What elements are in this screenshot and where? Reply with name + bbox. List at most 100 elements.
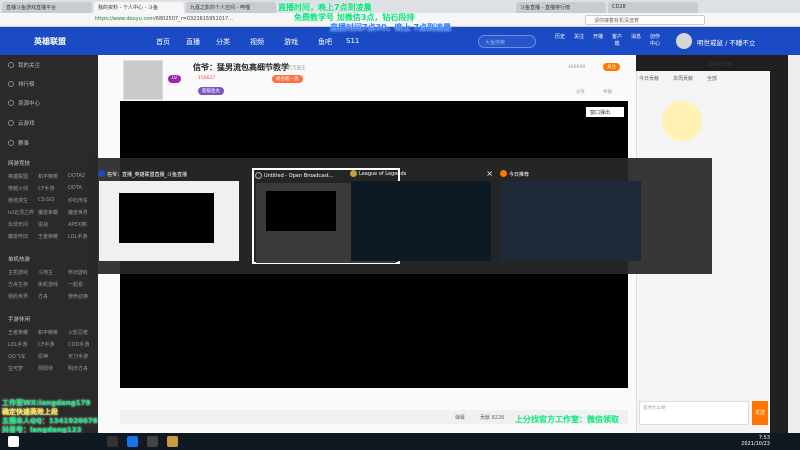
sidebar-item-cloud[interactable]: 云游戏 — [8, 119, 35, 127]
window-switcher: 信爷：直播_英雄联盟直播_斗鱼直播 Untitled - Open Broadc… — [87, 158, 712, 274]
sidebar-category-link[interactable]: 主机游戏 — [8, 269, 28, 276]
browser-tab[interactable]: 斗鱼直播 - 直播排行榜 — [516, 2, 606, 13]
overlay-bottom-center: 上分找官方工作室：微信领取 — [515, 415, 619, 424]
sidebar-section-header: 单机热游 — [8, 257, 31, 263]
sidebar-category-link[interactable]: COD手游 — [68, 341, 89, 348]
resource-icon — [8, 100, 14, 106]
danmaku-toggle[interactable]: 弹幕 — [455, 414, 465, 421]
sidebar-category-link[interactable]: 我的世界 — [8, 293, 28, 300]
sidebar-section-header: 网游竞技 — [8, 161, 31, 167]
nav-yuba[interactable]: 鱼吧 — [318, 37, 332, 47]
sidebar-category-link[interactable]: lol云顶之弈 — [8, 209, 34, 216]
sidebar-item-follow[interactable]: 我的关注 — [8, 61, 40, 69]
taskbar-app-icon[interactable] — [127, 436, 138, 447]
share-button[interactable]: 分享 — [576, 89, 585, 95]
sidebar-category-link[interactable]: 魔兽争霸 — [38, 209, 58, 216]
sidebar-category-link[interactable]: 天刀手游 — [68, 353, 88, 360]
tab-week[interactable]: 本周贡献 — [673, 75, 693, 82]
url-text[interactable]: https://www.douyu.com/6802507_r=03226159… — [95, 16, 233, 22]
sidebar-category-link[interactable]: 和平精英 — [38, 173, 58, 180]
sidebar-category-link[interactable]: 明日方舟 — [68, 365, 88, 372]
sidebar-category-link[interactable]: 斗地主 — [38, 269, 53, 276]
sidebar-category-link[interactable]: 方舟 — [38, 293, 48, 300]
sidebar-category-link[interactable]: CF手游 — [38, 185, 54, 192]
history-icon[interactable]: 历史 — [553, 34, 567, 41]
room-tag[interactable]: 超级鱼丸 — [198, 87, 224, 95]
switcher-window[interactable]: 今日推荐 — [499, 168, 647, 264]
fans-count: 156637 — [198, 76, 216, 81]
window-pop-button[interactable]: 窗口弹出 — [586, 107, 624, 117]
nav-live[interactable]: 直播 — [186, 37, 200, 47]
sidebar-item-event[interactable]: 赛事 — [8, 139, 29, 147]
taskbar-app-icon[interactable] — [167, 436, 178, 447]
start-icon[interactable] — [8, 436, 19, 447]
sidebar-category-link[interactable]: DOTA2 — [68, 173, 85, 179]
close-icon[interactable]: × — [486, 169, 493, 178]
sidebar-category-link[interactable]: CS:GO — [38, 197, 54, 203]
tab-all[interactable]: 全部 — [707, 75, 717, 82]
taskbar-clock[interactable]: 7:53 2021/10/23 — [741, 435, 770, 447]
rank-icon — [8, 81, 14, 87]
sidebar-category-link[interactable]: 穿越火线 — [8, 185, 28, 192]
sidebar-category-link[interactable]: 宝可梦 — [8, 365, 23, 372]
sidebar-category-link[interactable]: QQ飞车 — [8, 353, 26, 360]
sidebar-category-link[interactable]: LOL手游 — [68, 233, 87, 240]
browser-tab[interactable]: CD28 — [608, 2, 698, 13]
switcher-window[interactable]: League of Legends × — [349, 168, 497, 264]
sidebar-category-link[interactable]: 炉石传说 — [68, 197, 88, 204]
header-search-input[interactable]: 大鱼搜索 — [478, 35, 536, 48]
sidebar-category-link[interactable]: DOTA — [68, 185, 82, 191]
room-category[interactable]: 英雄联盟 > 吉吉国王 — [263, 65, 306, 71]
sidebar-category-link[interactable]: CF手游 — [38, 341, 54, 348]
taskbar-app-icon[interactable] — [147, 436, 158, 447]
creator-icon[interactable]: 创作中心 — [648, 34, 662, 48]
nav-s11[interactable]: S11 — [346, 37, 359, 45]
client-icon[interactable]: 客户端 — [610, 34, 624, 48]
follow-count: 466698 — [568, 65, 586, 70]
room-tag[interactable]: 峡谷超一流 — [272, 75, 303, 83]
sidebar-category-link[interactable]: 逆战 — [38, 221, 48, 228]
broadcast-icon[interactable]: 开播 — [591, 34, 605, 41]
sidebar-category-link[interactable]: 王者荣耀 — [8, 329, 28, 336]
follow-button[interactable]: 关注 — [603, 63, 620, 71]
sidebar-category-link[interactable]: 怀旧游戏 — [68, 269, 88, 276]
streamer-avatar[interactable] — [123, 60, 163, 100]
report-button[interactable]: 举报 — [603, 89, 612, 95]
user-avatar[interactable] — [676, 33, 692, 49]
sidebar-category-link[interactable]: 英雄联盟 — [8, 173, 28, 180]
nav-game[interactable]: 游戏 — [284, 37, 298, 47]
sidebar-category-link[interactable]: 永劫无间 — [8, 221, 28, 228]
follow-icon[interactable]: 关注 — [572, 34, 586, 41]
tab-today[interactable]: 今日贡献 — [639, 75, 659, 82]
sidebar-item-rank[interactable]: 排行榜 — [8, 80, 35, 88]
sidebar-category-link[interactable]: 方舟生存 — [8, 281, 28, 288]
sidebar-category-link[interactable]: 街机游戏 — [38, 281, 58, 288]
browser-tab[interactable]: 九嘉之影的个人空间 - 哔哩 — [186, 2, 276, 13]
username[interactable]: 明世戒鼠 / 不睡不立 — [697, 37, 755, 47]
nav-category[interactable]: 分类 — [216, 37, 230, 47]
sidebar-category-link[interactable]: 和平精英 — [38, 329, 58, 336]
send-button[interactable]: 发送 — [752, 401, 768, 425]
browser-tab[interactable]: 直播斗鱼游戏直播平台 — [2, 2, 92, 13]
taskbar-app-icon[interactable] — [107, 436, 118, 447]
switcher-window[interactable]: 信爷：直播_英雄联盟直播_斗鱼直播 — [97, 168, 245, 264]
sidebar-category-link[interactable]: LOL手游 — [8, 341, 27, 348]
sidebar-category-link[interactable]: 一起看 — [68, 281, 83, 288]
browser-search-input[interactable]: 请你接着有机没选育 — [585, 15, 705, 25]
sidebar-category-link[interactable]: 魔兽怀旧 — [8, 233, 28, 240]
sidebar-category-link[interactable]: 王者荣耀 — [38, 233, 58, 240]
sidebar-category-link[interactable]: 绝地求生 — [8, 197, 28, 204]
chat-input[interactable]: 说点什么吧 — [639, 401, 749, 425]
sidebar-category-link[interactable]: 原神 — [38, 353, 48, 360]
browser-tab-active[interactable]: 我的资料 - 个人中心 - 斗鱼 — [94, 2, 184, 13]
sidebar-category-link[interactable]: 阴阳师 — [38, 365, 53, 372]
site-logo[interactable]: 英雄联盟 — [34, 36, 66, 47]
page-scrollbar[interactable] — [788, 55, 800, 433]
sidebar-category-link[interactable]: 使命召唤 — [68, 293, 88, 300]
sidebar-category-link[interactable]: 魔兽世界 — [68, 209, 88, 216]
sidebar-item-resource[interactable]: 资源中心 — [8, 99, 40, 107]
message-icon[interactable]: 消息 — [629, 34, 643, 41]
nav-home[interactable]: 首页 — [156, 37, 170, 47]
nav-video[interactable]: 视频 — [250, 37, 264, 47]
sidebar-category-link[interactable]: 火影忍者 — [68, 329, 88, 336]
